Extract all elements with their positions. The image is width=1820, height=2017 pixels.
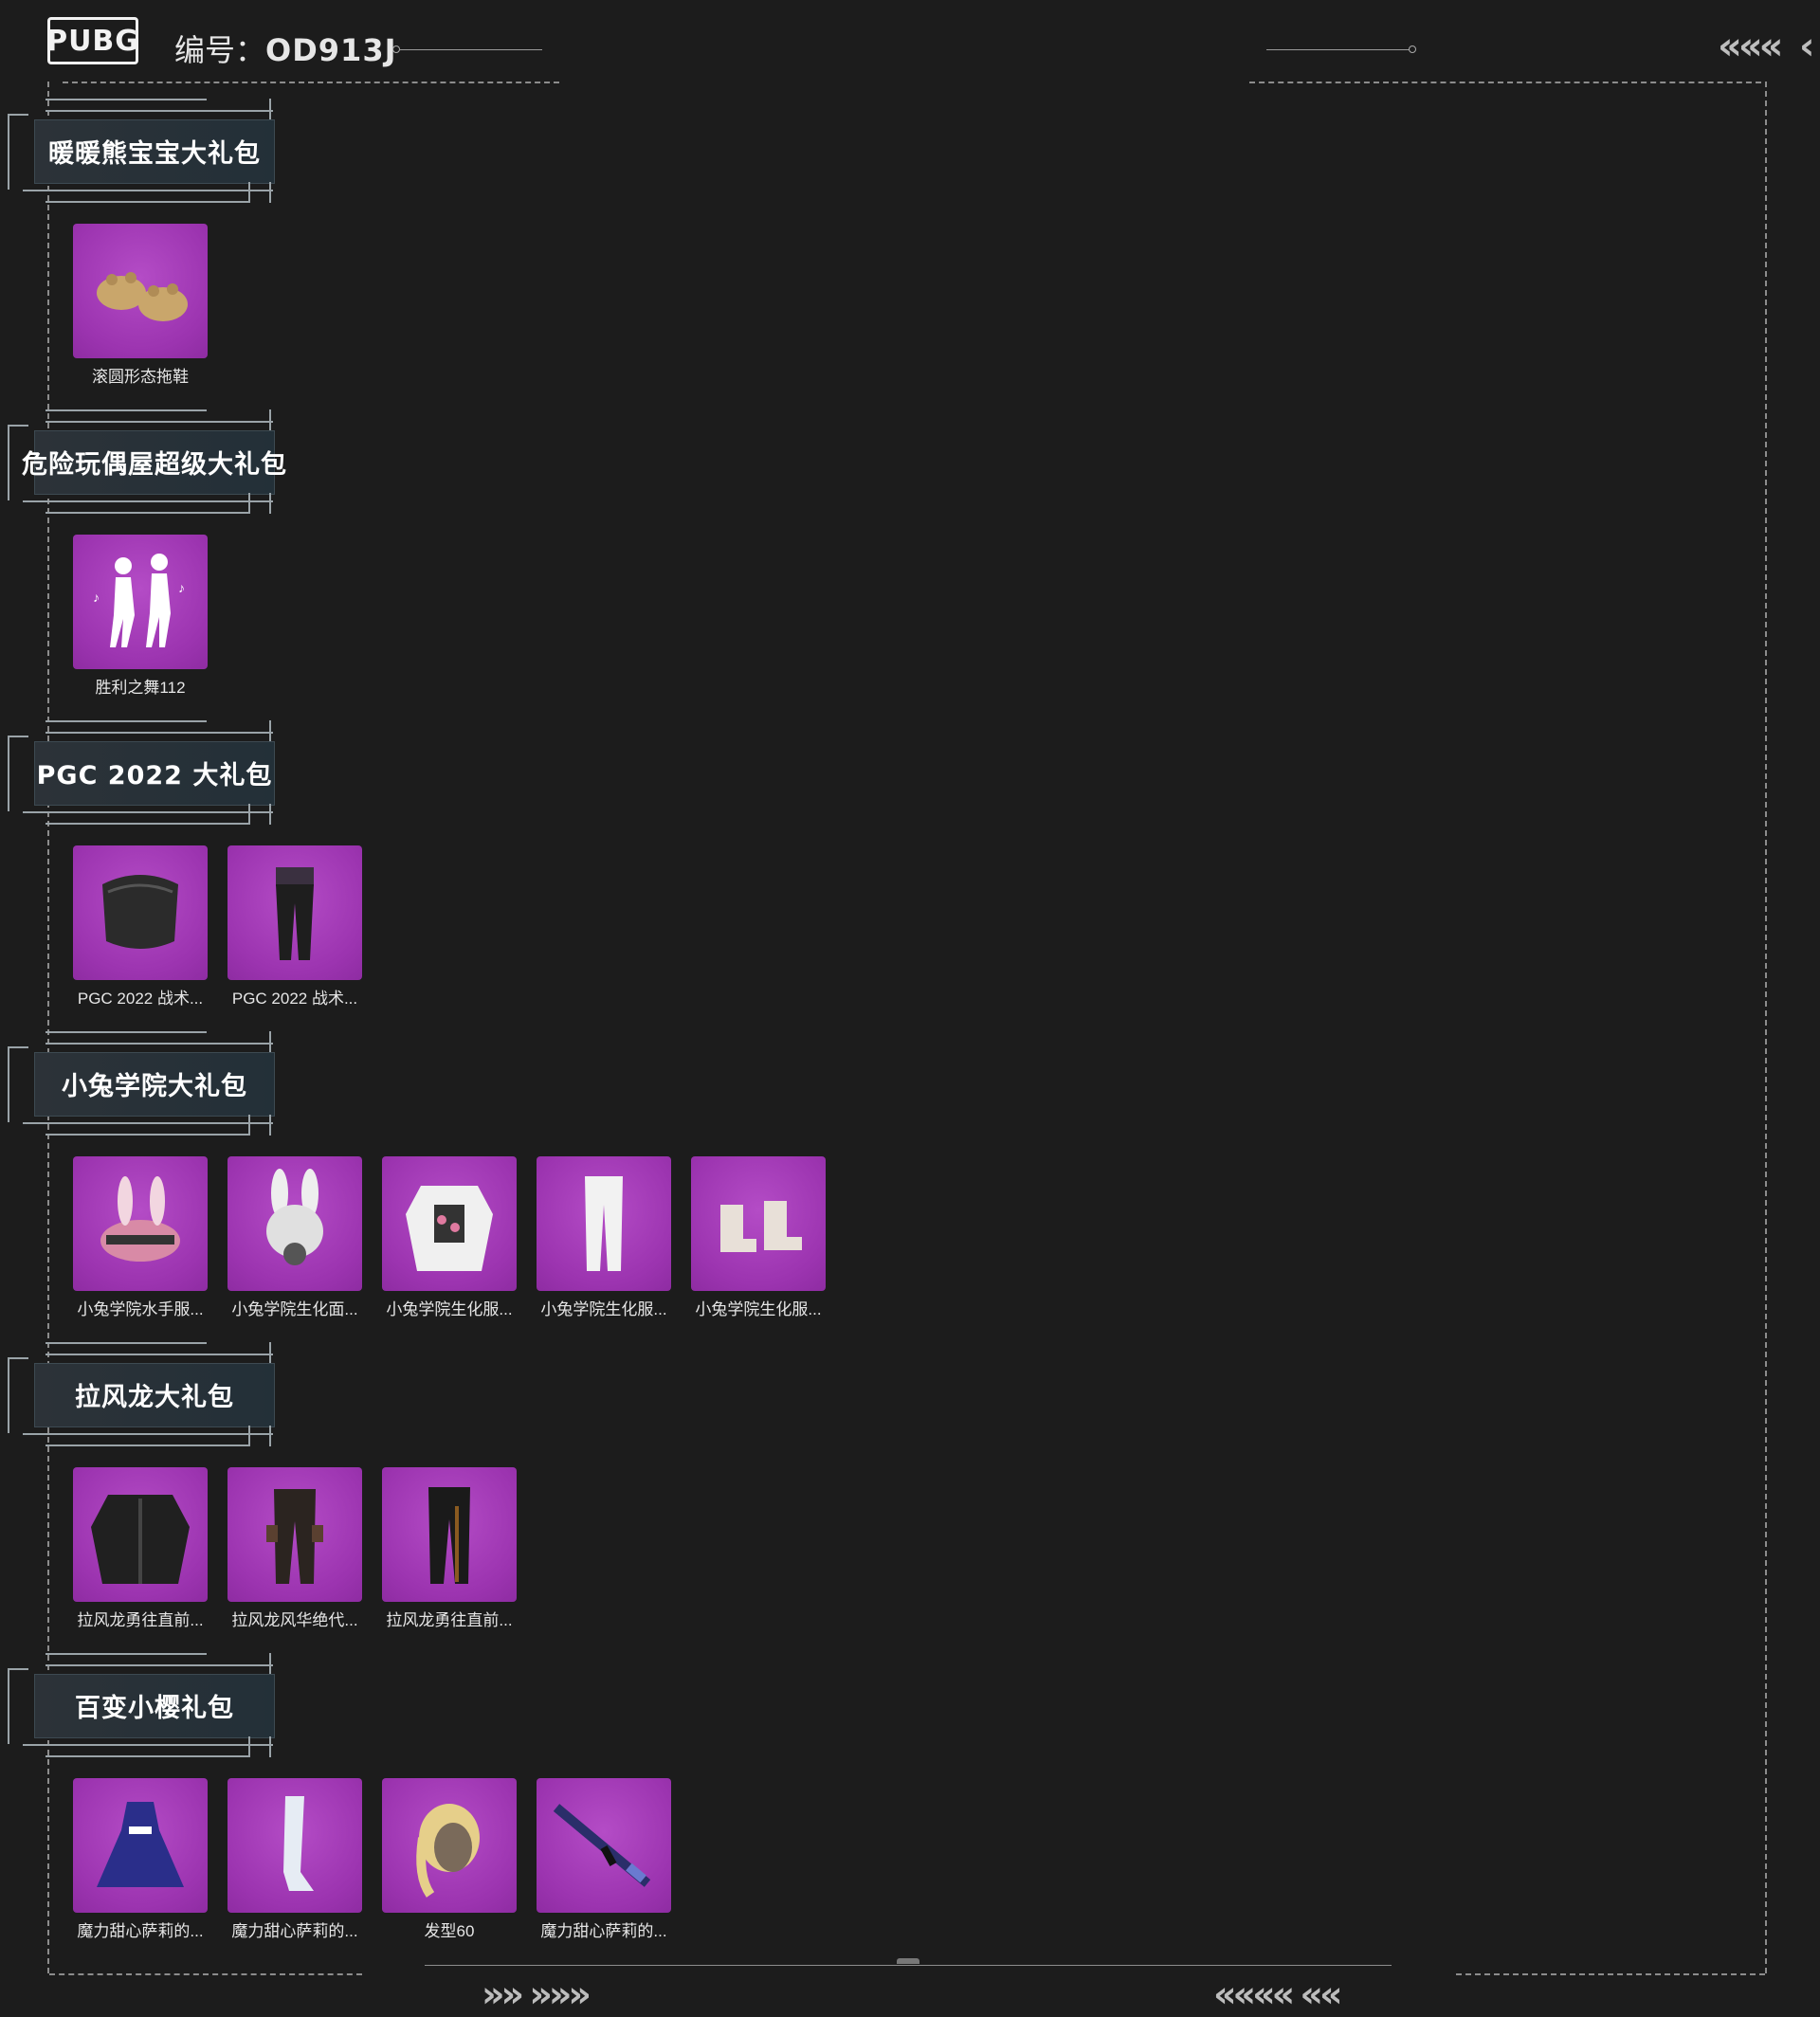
dance-emote-icon: ♪♪ xyxy=(93,554,185,647)
chevron-right-icon: »» »»» xyxy=(482,1973,592,2015)
item-card[interactable]: 魔力甜心萨莉的... xyxy=(228,1778,362,1941)
item-name: 滚圆形态拖鞋 xyxy=(92,368,189,386)
item-card[interactable]: 小兔学院生化服... xyxy=(691,1156,826,1319)
item-name: 胜利之舞112 xyxy=(95,679,186,697)
item-list: 魔力甜心萨莉的... 魔力甜心萨莉的... 发型60 魔力甜心萨莉的... xyxy=(73,1778,671,1941)
item-name: 发型60 xyxy=(424,1922,475,1940)
svg-text:♪: ♪ xyxy=(178,580,185,595)
item-list: 拉风龙勇往直前... 拉风龙风华绝代... 拉风龙勇往直前... xyxy=(73,1467,517,1630)
item-name: 拉风龙风华绝代... xyxy=(231,1611,358,1629)
mask-icon xyxy=(102,875,178,949)
item-card[interactable]: 魔力甜心萨莉的... xyxy=(537,1778,671,1941)
item-thumbnail[interactable] xyxy=(73,1778,208,1913)
id-code: OD913J xyxy=(265,32,397,68)
section-title: 小兔学院大礼包 xyxy=(62,1071,247,1101)
item-name: 小兔学院生化面... xyxy=(231,1300,358,1318)
rifle-icon xyxy=(553,1804,651,1887)
item-name: 拉风龙勇往直前... xyxy=(386,1611,513,1629)
item-card[interactable]: 小兔学院生化服... xyxy=(382,1156,517,1319)
item-list: 小兔学院水手服... 小兔学院生化面... 小兔学院生化服... 小兔学院生化服… xyxy=(73,1156,826,1319)
item-thumbnail[interactable] xyxy=(73,845,208,980)
chevron-left-icon: ‹ xyxy=(1799,25,1815,68)
item-thumbnail[interactable]: ♪ ♪ xyxy=(73,535,208,669)
chevron-left-icon: «««« «« xyxy=(1213,1973,1343,2015)
black-jacket-icon xyxy=(91,1495,190,1584)
scroll-handle[interactable] xyxy=(897,1958,919,1964)
section-header: 拉风龙大礼包 xyxy=(8,1342,282,1446)
decor-dot xyxy=(1409,45,1416,53)
item-list: PGC 2022 战术... PGC 2022 战术... xyxy=(73,845,362,1008)
item-thumbnail[interactable] xyxy=(228,1778,362,1913)
bunny-gasmask-icon xyxy=(266,1169,323,1265)
cargo-pants-icon xyxy=(266,1489,323,1584)
id-label: 编号： xyxy=(174,32,266,68)
jacket-icon xyxy=(406,1186,493,1271)
item-id: 编号：OD913J xyxy=(174,27,396,70)
item-thumbnail[interactable] xyxy=(228,845,362,980)
item-name: 小兔学院生化服... xyxy=(386,1300,513,1318)
section-title: 暖暖熊宝宝大礼包 xyxy=(48,138,261,169)
section-title: PGC 2022 大礼包 xyxy=(36,760,273,790)
item-name: PGC 2022 战术... xyxy=(77,990,204,1008)
item-thumbnail[interactable] xyxy=(73,1467,208,1602)
slippers-icon xyxy=(97,272,188,321)
item-thumbnail[interactable] xyxy=(382,1467,517,1602)
item-list: 滚圆形态拖鞋 xyxy=(73,224,208,387)
section-header: 危险玩偶屋超级大礼包 xyxy=(8,409,286,514)
item-name: 魔力甜心萨莉的... xyxy=(231,1922,358,1940)
item-card[interactable]: 拉风龙勇往直前... xyxy=(73,1467,208,1630)
svg-text:♪: ♪ xyxy=(93,590,100,605)
item-card[interactable]: 魔力甜心萨莉的... xyxy=(73,1778,208,1941)
item-thumbnail[interactable] xyxy=(382,1156,517,1291)
decor-dot xyxy=(392,45,400,53)
section-header: 小兔学院大礼包 xyxy=(8,1031,282,1136)
dress-icon xyxy=(97,1802,184,1887)
pants-icon xyxy=(276,867,314,960)
hairstyle-icon xyxy=(416,1804,480,1898)
item-card[interactable]: 小兔学院生化面... xyxy=(228,1156,362,1319)
section-header: 百变小樱礼包 xyxy=(8,1653,282,1757)
section-title: 拉风龙大礼包 xyxy=(75,1382,234,1412)
section-title: 百变小樱礼包 xyxy=(75,1693,234,1723)
item-list: ♪ ♪ 胜利之舞112 xyxy=(73,535,208,698)
item-thumbnail[interactable] xyxy=(73,1156,208,1291)
decor-line xyxy=(400,49,542,50)
chevron-left-icon: ««« xyxy=(1718,25,1784,68)
item-name: 小兔学院水手服... xyxy=(77,1300,204,1318)
boots-icon xyxy=(720,1201,802,1252)
item-name: PGC 2022 战术... xyxy=(231,990,358,1008)
item-name: 拉风龙勇往直前... xyxy=(77,1611,204,1629)
item-thumbnail[interactable] xyxy=(691,1156,826,1291)
item-card[interactable]: 拉风龙风华绝代... xyxy=(228,1467,362,1630)
section-header: 暖暖熊宝宝大礼包 xyxy=(8,99,282,203)
item-name: 小兔学院生化服... xyxy=(540,1300,667,1318)
bunny-helmet-icon xyxy=(100,1176,180,1262)
item-name: 小兔学院生化服... xyxy=(695,1300,822,1318)
item-thumbnail[interactable] xyxy=(537,1156,671,1291)
item-thumbnail[interactable] xyxy=(382,1778,517,1913)
item-card[interactable]: 发型60 xyxy=(382,1778,517,1941)
section-header: PGC 2022 大礼包 xyxy=(8,720,282,825)
item-card[interactable]: 小兔学院水手服... xyxy=(73,1156,208,1319)
section-title: 危险玩偶屋超级大礼包 xyxy=(22,449,287,480)
item-thumbnail[interactable] xyxy=(228,1467,362,1602)
item-thumbnail[interactable] xyxy=(73,224,208,358)
white-pants-icon xyxy=(585,1176,623,1271)
item-thumbnail[interactable] xyxy=(228,1156,362,1291)
track-pants-icon xyxy=(428,1487,470,1584)
decor-line xyxy=(1266,49,1410,50)
item-card[interactable]: PGC 2022 战术... xyxy=(228,845,362,1008)
item-name: 魔力甜心萨莉的... xyxy=(77,1922,204,1940)
item-card[interactable]: ♪ ♪ 胜利之舞112 xyxy=(73,535,208,698)
item-card[interactable]: PGC 2022 战术... xyxy=(73,845,208,1008)
item-card[interactable]: 小兔学院生化服... xyxy=(537,1156,671,1319)
item-card[interactable]: 滚圆形态拖鞋 xyxy=(73,224,208,387)
header: PUBG 编号：OD913J ««« ‹ xyxy=(0,0,1820,85)
item-card[interactable]: 拉风龙勇往直前... xyxy=(382,1467,517,1630)
stocking-icon xyxy=(283,1796,314,1891)
pubg-logo: PUBG xyxy=(46,17,138,64)
item-thumbnail[interactable] xyxy=(537,1778,671,1913)
item-name: 魔力甜心萨莉的... xyxy=(540,1922,667,1940)
